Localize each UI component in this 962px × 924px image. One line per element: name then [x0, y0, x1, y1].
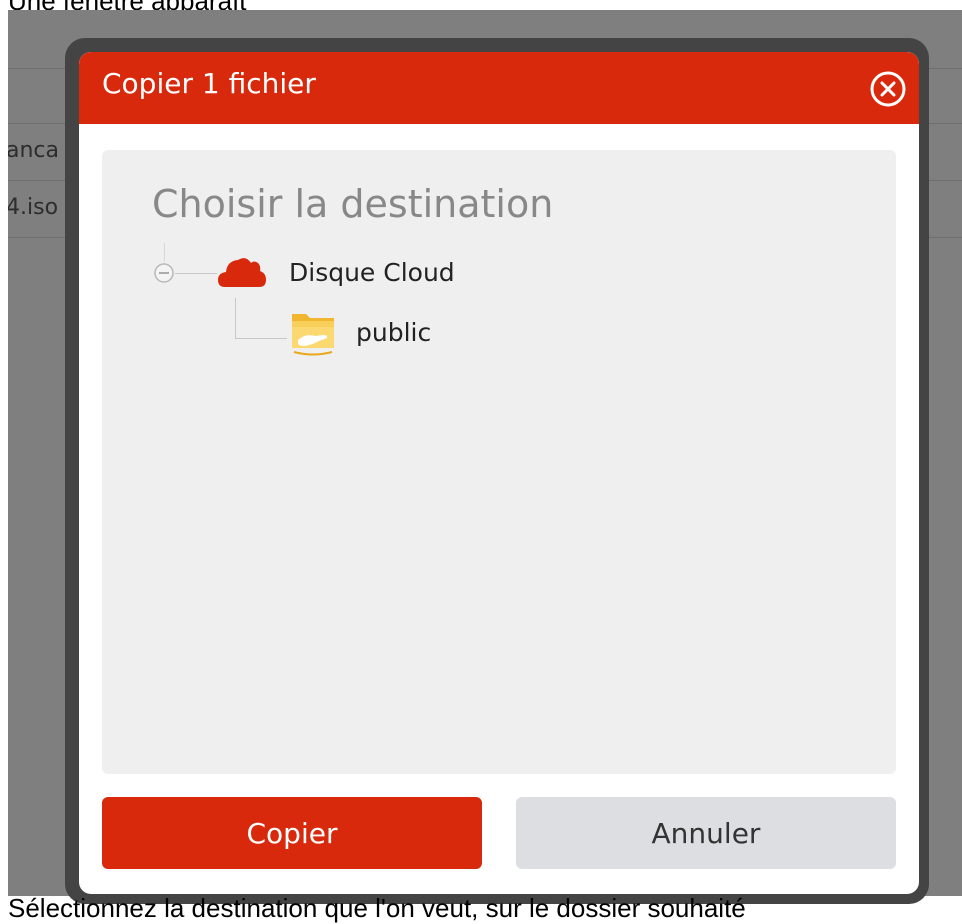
tree-node-public[interactable]: public — [288, 306, 431, 358]
shared-folder-icon — [292, 314, 334, 356]
close-icon[interactable] — [869, 70, 907, 108]
tree-node-label: public — [356, 317, 432, 347]
background-row-text: 4.iso — [8, 195, 59, 220]
copy-button[interactable]: Copier — [102, 797, 482, 869]
cloud-icon — [218, 258, 266, 287]
destination-panel: Choisir la destination Disque Cloud publ… — [102, 150, 896, 774]
dialog-title: Copier 1 fichier — [102, 67, 316, 100]
bottom-caption: Sélectionnez la destination que l'on veu… — [8, 893, 746, 923]
cancel-button[interactable]: Annuler — [516, 797, 896, 869]
copy-dialog: Copier 1 fichier Choisir la destination … — [79, 52, 919, 894]
collapse-toggle-icon[interactable] — [153, 262, 175, 284]
tree-connector — [235, 338, 287, 339]
dialog-header: Copier 1 fichier — [79, 52, 919, 124]
background-row-text: anca — [8, 138, 60, 163]
panel-heading: Choisir la destination — [152, 182, 554, 226]
tree-connector — [235, 298, 236, 338]
tree-node-label: Disque Cloud — [289, 257, 455, 287]
tree-connector — [164, 243, 165, 262]
tree-node-disque-cloud[interactable]: Disque Cloud — [217, 250, 455, 294]
tree-connector — [175, 273, 217, 274]
